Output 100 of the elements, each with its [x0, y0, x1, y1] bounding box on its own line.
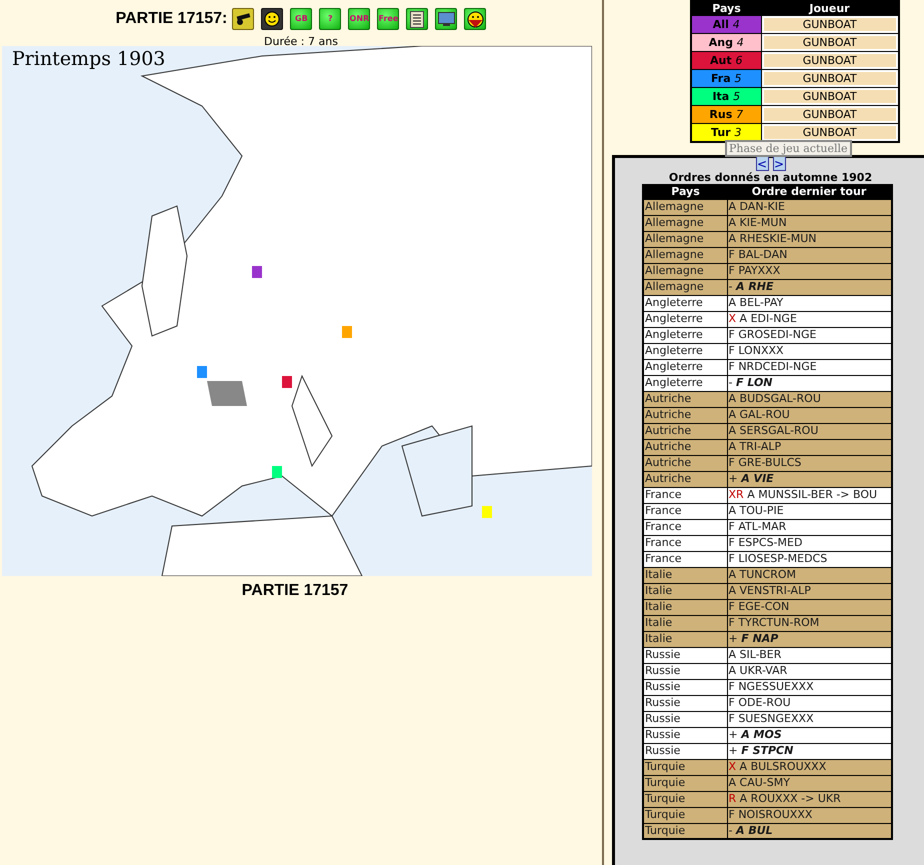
country-cell: Autriche: [643, 407, 727, 423]
country-cell: Angleterre: [643, 327, 727, 343]
country-cell: Turquie: [643, 791, 727, 807]
toolbar-button[interactable]: Free: [377, 8, 400, 30]
order-cell: F LIOSESP-MEDCS: [727, 551, 892, 567]
country-cell: Turquie: [643, 775, 727, 791]
order-cell: + F STPCN: [727, 743, 892, 759]
country-cell: France: [643, 519, 727, 535]
order-cell: F ATL-MAR: [727, 519, 892, 535]
player-cell: GUNBOAT: [764, 90, 896, 103]
country-cell: Allemagne: [643, 279, 727, 295]
country-cell: Autriche: [643, 423, 727, 439]
monitor-icon[interactable]: [435, 8, 458, 30]
country-cell: Turquie: [643, 807, 727, 823]
column-header: Ordre dernier tour: [727, 185, 892, 199]
order-cell: A TRI-ALP: [727, 439, 892, 455]
country-cell: Allemagne: [643, 199, 727, 215]
order-cell: A BUDSGAL-ROU: [727, 391, 892, 407]
country-cell: Autriche: [643, 439, 727, 455]
country-cell: Russie: [643, 743, 727, 759]
toolbar-button[interactable]: ONR: [348, 8, 370, 30]
order-cell: A VENSTRI-ALP: [727, 583, 892, 599]
document-icon[interactable]: [406, 8, 428, 30]
order-cell: F GRE-BULCS: [727, 455, 892, 471]
column-header: Pays: [691, 1, 761, 16]
toolbar-button[interactable]: GB: [290, 8, 312, 30]
order-cell: A TOU-PIE: [727, 503, 892, 519]
order-cell: F SUESNGEXXX: [727, 711, 892, 727]
duration-text: Durée : 7 ans: [264, 36, 338, 47]
country-cell: Russie: [643, 679, 727, 695]
power-cell: All 4: [691, 16, 761, 34]
country-cell: Autriche: [643, 455, 727, 471]
masked-smiley-icon[interactable]: [464, 8, 486, 30]
column-header: Pays: [643, 185, 727, 199]
country-cell: Autriche: [643, 471, 727, 487]
country-cell: France: [643, 551, 727, 567]
country-cell: Russie: [643, 663, 727, 679]
country-cell: Allemagne: [643, 231, 727, 247]
game-caption: PARTIE 17157: [242, 581, 348, 601]
nav-button[interactable]: <: [756, 156, 768, 171]
country-cell: Italie: [643, 567, 727, 583]
order-cell: - A RHE: [727, 279, 892, 295]
country-cell: Russie: [643, 647, 727, 663]
order-cell: F NGESSUEXXX: [727, 679, 892, 695]
order-cell: A SIL-BER: [727, 647, 892, 663]
order-cell: - F LON: [727, 375, 892, 391]
country-cell: Italie: [643, 583, 727, 599]
country-cell: Allemagne: [643, 215, 727, 231]
power-cell: Ita 5: [691, 88, 761, 106]
player-cell: GUNBOAT: [764, 108, 896, 121]
country-cell: Angleterre: [643, 295, 727, 311]
order-cell: F TYRCTUN-ROM: [727, 615, 892, 631]
order-cell: XR A MUNSSIL-BER -> BOU: [727, 487, 892, 503]
smiley-icon[interactable]: [261, 8, 284, 30]
order-cell: A KIE-MUN: [727, 215, 892, 231]
country-cell: Russie: [643, 727, 727, 743]
country-cell: Angleterre: [643, 375, 727, 391]
power-cell: Ang 4: [691, 34, 761, 52]
order-cell: F EGE-CON: [727, 599, 892, 615]
country-cell: Russie: [643, 711, 727, 727]
country-cell: Angleterre: [643, 311, 727, 327]
player-cell: GUNBOAT: [764, 36, 896, 49]
country-cell: France: [643, 487, 727, 503]
order-cell: F ESPCS-MED: [727, 535, 892, 551]
season-label: Printemps 1903: [12, 47, 166, 72]
country-cell: Italie: [643, 631, 727, 647]
order-cell: + F NAP: [727, 631, 892, 647]
cannon-icon[interactable]: [232, 8, 254, 30]
order-cell: F GROSEDI-NGE: [727, 327, 892, 343]
power-cell: Rus 7: [691, 106, 761, 124]
country-cell: Italie: [643, 615, 727, 631]
order-cell: X A BULSROUXXX: [727, 759, 892, 775]
player-cell: GUNBOAT: [764, 54, 896, 67]
order-cell: A BEL-PAY: [727, 295, 892, 311]
order-cell: A SERSGAL-ROU: [727, 423, 892, 439]
column-header: Joueur: [761, 1, 899, 16]
order-cell: A CAU-SMY: [727, 775, 892, 791]
order-cell: A UKR-VAR: [727, 663, 892, 679]
order-cell: X A EDI-NGE: [727, 311, 892, 327]
player-cell: GUNBOAT: [764, 72, 896, 85]
toolbar-button[interactable]: ?: [319, 8, 342, 30]
country-cell: Turquie: [643, 823, 727, 839]
order-cell: F NRDCEDI-NGE: [727, 359, 892, 375]
country-cell: Italie: [643, 599, 727, 615]
country-cell: Russie: [643, 695, 727, 711]
order-cell: A GAL-ROU: [727, 407, 892, 423]
current-phase-button[interactable]: Phase de jeu actuelle: [725, 140, 852, 157]
power-cell: Fra 5: [691, 70, 761, 88]
player-cell: GUNBOAT: [764, 18, 896, 31]
order-cell: + A VIE: [727, 471, 892, 487]
order-cell: F NOISROUXXX: [727, 807, 892, 823]
order-cell: F ODE-ROU: [727, 695, 892, 711]
order-cell: F BAL-DAN: [727, 247, 892, 263]
order-cell: A DAN-KIE: [727, 199, 892, 215]
order-cell: F LONXXX: [727, 343, 892, 359]
nav-button[interactable]: >: [772, 156, 786, 171]
country-cell: Angleterre: [643, 359, 727, 375]
country-cell: Autriche: [643, 391, 727, 407]
order-cell: + A MOS: [727, 727, 892, 743]
country-cell: Allemagne: [643, 263, 727, 279]
